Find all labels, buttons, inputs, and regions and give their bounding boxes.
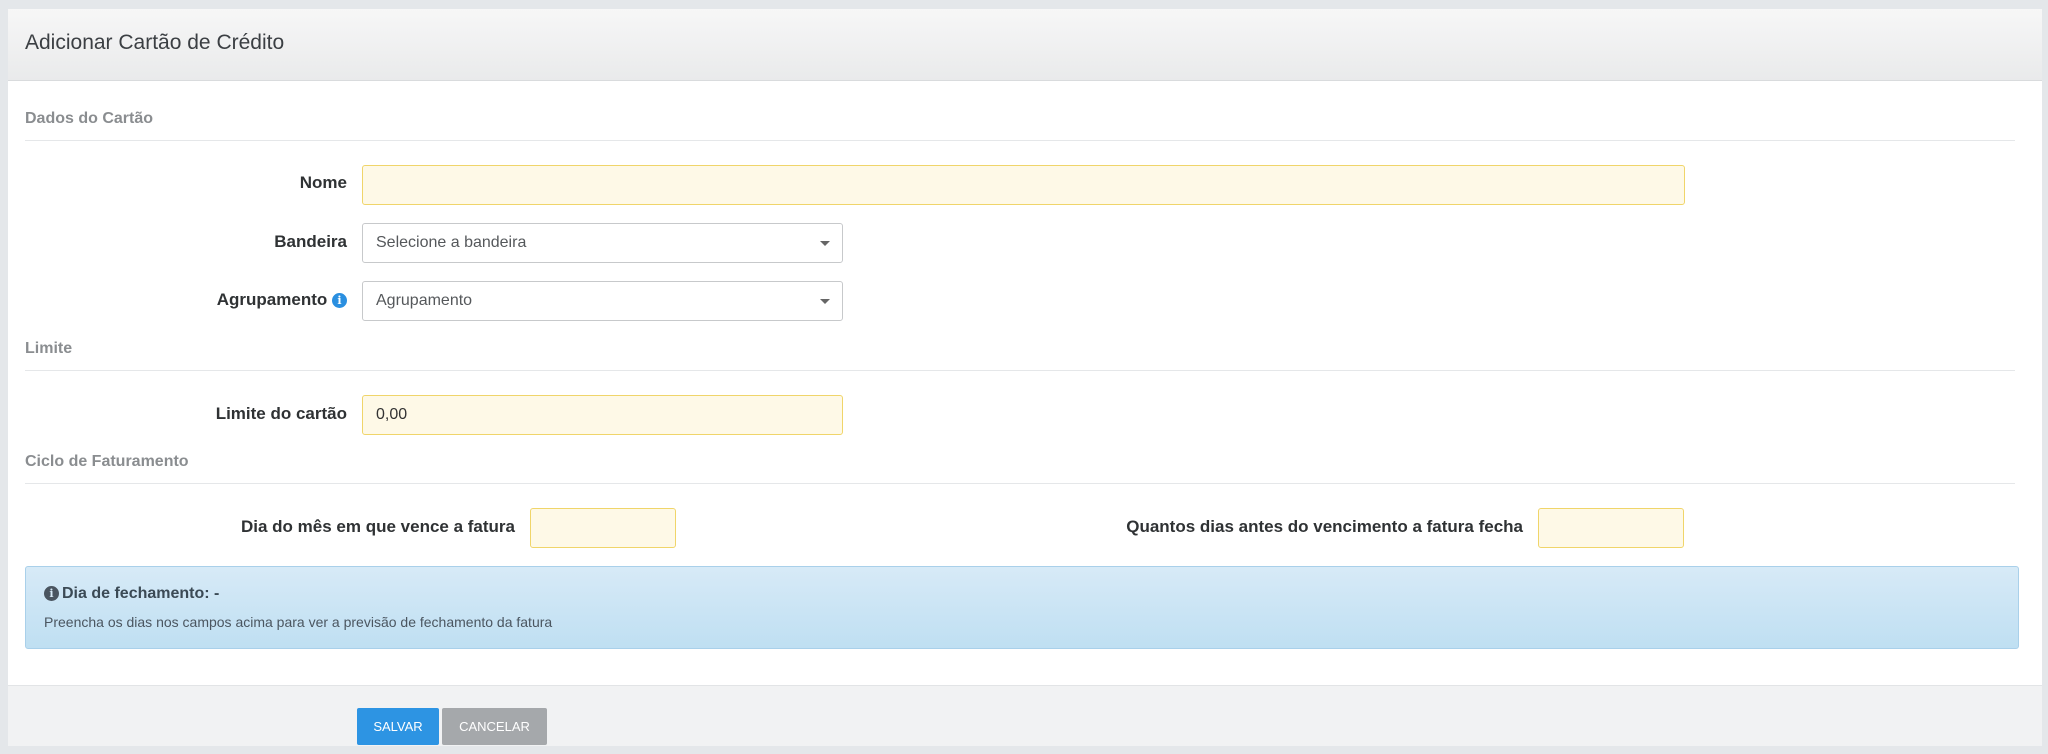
dias-antes-label: Quantos dias antes do vencimento a fatur… (1126, 517, 1523, 536)
bandeira-select-placeholder: Selecione a bandeira (376, 234, 527, 251)
section-divider (25, 483, 2015, 484)
alert-text: Preencha os dias nos campos acima para v… (44, 614, 553, 630)
agrupamento-label-group: Agrupamento i (217, 290, 347, 310)
chevron-down-icon (820, 241, 830, 246)
form-footer: Salvar Cancelar (8, 685, 2042, 746)
agrupamento-select[interactable]: Agrupamento (362, 281, 843, 321)
bandeira-select[interactable]: Selecione a bandeira (362, 223, 843, 263)
cancel-button[interactable]: Cancelar (442, 708, 547, 745)
add-credit-card-panel: Adicionar Cartão de Crédito Dados do Car… (8, 9, 2042, 746)
section-divider (25, 140, 2015, 141)
nome-input[interactable] (362, 165, 1685, 205)
alert-title-row: i Dia de fechamento: - (44, 585, 219, 603)
closing-date-alert: i Dia de fechamento: - Preencha os dias n… (25, 566, 2019, 649)
dia-vencimento-input[interactable] (530, 508, 676, 548)
panel-header: Adicionar Cartão de Crédito (8, 9, 2042, 81)
bandeira-label: Bandeira (274, 232, 347, 251)
dias-antes-input[interactable] (1538, 508, 1684, 548)
info-icon: i (44, 586, 59, 601)
section-title-billing-cycle: Ciclo de Faturamento (25, 453, 189, 470)
nome-label: Nome (299, 173, 347, 192)
agrupamento-label: Agrupamento (216, 290, 328, 309)
section-title-limit: Limite (25, 340, 73, 357)
page-title: Adicionar Cartão de Crédito (25, 31, 285, 54)
chevron-down-icon (820, 299, 830, 304)
section-divider (25, 370, 2015, 371)
section-title-card-data: Dados do Cartão (25, 110, 154, 127)
save-button[interactable]: Salvar (357, 708, 439, 745)
agrupamento-select-placeholder: Agrupamento (376, 292, 473, 309)
alert-title: Dia de fechamento: - (62, 585, 220, 602)
info-icon[interactable]: i (332, 293, 347, 308)
limite-input[interactable] (362, 395, 843, 435)
dia-vencimento-label: Dia do mês em que vence a fatura (241, 517, 515, 536)
limite-label: Limite do cartão (215, 404, 347, 423)
